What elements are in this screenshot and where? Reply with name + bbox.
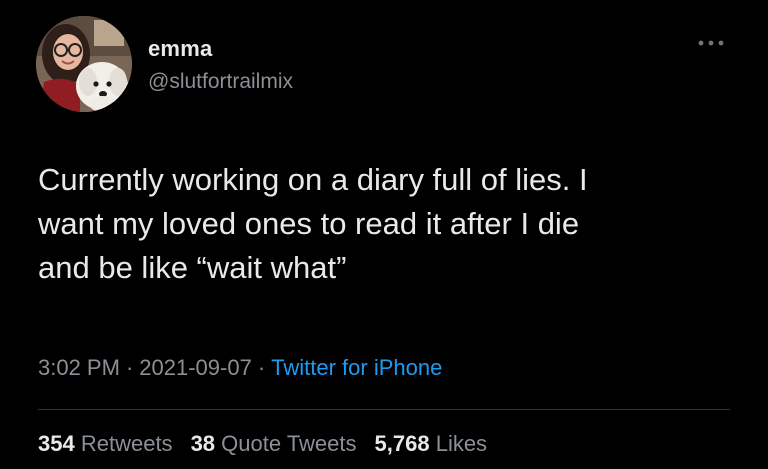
likes-label: Likes: [435, 431, 488, 456]
quote-tweets-count: 38: [190, 431, 216, 456]
tweet-text: Currently working on a diary full of lie…: [38, 162, 588, 285]
likes-count: 5,768: [374, 431, 430, 456]
retweets-count: 354: [38, 431, 75, 456]
retweets-stat[interactable]: 354 Retweets: [38, 431, 173, 456]
tweet-card: emma @slutfortrailmix Currently working …: [0, 0, 768, 469]
more-horizontal-icon: [698, 40, 724, 46]
quote-tweets-label: Quote Tweets: [221, 431, 357, 456]
divider: [38, 409, 730, 410]
tweet-date[interactable]: 2021-09-07: [139, 355, 252, 380]
tweet-metadata: 3:02 PM · 2021-09-07 · Twitter for iPhone: [38, 355, 442, 381]
meta-separator: ·: [125, 355, 134, 380]
retweets-label: Retweets: [80, 431, 173, 456]
meta-separator: ·: [257, 355, 266, 380]
more-options-button[interactable]: [694, 33, 728, 53]
tweet-source-link[interactable]: Twitter for iPhone: [271, 355, 442, 380]
likes-stat[interactable]: 5,768 Likes: [375, 431, 488, 456]
avatar[interactable]: [36, 16, 132, 112]
avatar-photo: [36, 16, 132, 112]
quote-tweets-stat[interactable]: 38 Quote Tweets: [191, 431, 357, 456]
tweet-stats: 354 Retweets 38 Quote Tweets 5,768 Likes: [38, 431, 505, 457]
author-handle[interactable]: @slutfortrailmix: [148, 70, 293, 94]
author-name[interactable]: emma: [148, 36, 212, 62]
tweet-time[interactable]: 3:02 PM: [38, 355, 120, 380]
